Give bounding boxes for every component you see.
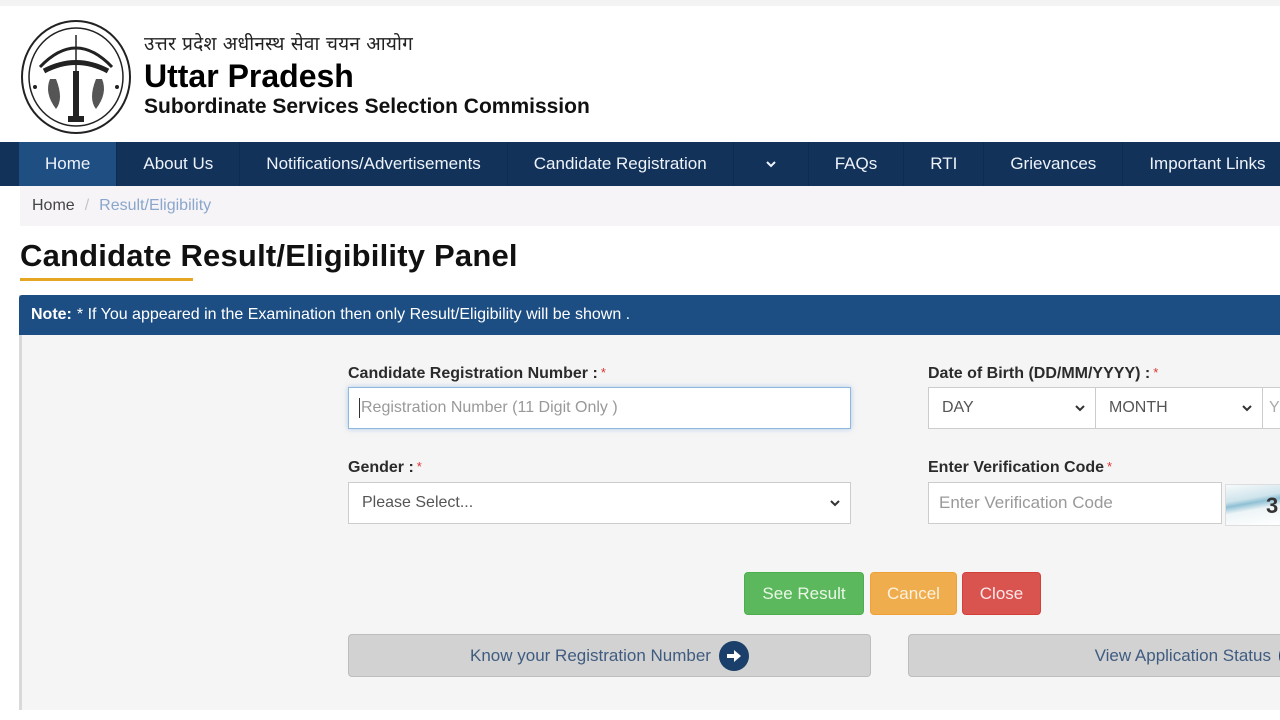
view-application-status-label: View Application Status: [1094, 645, 1271, 665]
dob-month-select[interactable]: MONTH: [1095, 387, 1263, 429]
nav-item-candidate-registration[interactable]: Candidate Registration: [508, 142, 734, 186]
up-emblem-logo[interactable]: [20, 19, 132, 135]
registration-number-label: Candidate Registration Number : *: [348, 365, 606, 383]
page-title: Candidate Result/Eligibility Panel: [20, 238, 518, 273]
gender-label-text: Gender :: [348, 459, 414, 476]
close-button[interactable]: Close: [962, 572, 1041, 615]
breadcrumb-current: Result/Eligibility: [99, 197, 212, 214]
dob-month-value: MONTH: [1109, 399, 1168, 416]
dob-day-value: DAY: [942, 399, 974, 416]
chevron-down-icon: [1242, 405, 1252, 412]
dob-year-select[interactable]: Y: [1262, 387, 1280, 429]
verification-code-label: Enter Verification Code *: [928, 459, 1112, 477]
text-cursor: [359, 398, 360, 418]
nav-dropdown-toggle[interactable]: [734, 142, 809, 186]
dob-day-select[interactable]: DAY: [928, 387, 1096, 429]
chevron-down-icon: [830, 500, 840, 507]
breadcrumb: Home / Result/Eligibility: [20, 186, 1280, 226]
required-mark: *: [416, 459, 422, 474]
main-nav: Home About Us Notifications/Advertisemen…: [0, 142, 1280, 186]
dob-year-value: Y: [1269, 399, 1280, 416]
brand-subtitle: Subordinate Services Selection Commissio…: [144, 95, 590, 118]
dob-label: Date of Birth (DD/MM/YYYY) : *: [928, 365, 1158, 383]
chevron-down-icon: [766, 161, 776, 168]
chevron-down-icon: [1075, 405, 1085, 412]
know-registration-number-button[interactable]: Know your Registration Number: [348, 634, 871, 677]
view-application-status-button[interactable]: View Application Status: [908, 634, 1280, 677]
know-registration-number-label: Know your Registration Number: [470, 645, 711, 665]
brand-hindi-title: उत्तर प्रदेश अधीनस्थ सेवा चयन आयोग: [144, 33, 413, 55]
verification-code-placeholder: Enter Verification Code: [939, 493, 1113, 512]
brand-title: Uttar Pradesh: [144, 58, 354, 94]
nav-item-about-us[interactable]: About Us: [117, 142, 241, 186]
gender-selected-value: Please Select...: [362, 494, 474, 511]
required-mark: *: [1107, 459, 1113, 474]
verification-code-label-text: Enter Verification Code: [928, 459, 1105, 476]
gender-select[interactable]: Please Select...: [348, 482, 851, 524]
required-mark: *: [1153, 365, 1159, 380]
nav-item-rti[interactable]: RTI: [904, 142, 985, 186]
nav-item-faqs[interactable]: FAQs: [809, 142, 905, 186]
title-underline: [20, 278, 193, 281]
note-banner: Note: * If You appeared in the Examinati…: [19, 295, 1280, 335]
nav-item-notifications[interactable]: Notifications/Advertisements: [240, 142, 508, 186]
brand-block: उत्तर प्रदेश अधीनस्थ सेवा चयन आयोग Uttar…: [144, 32, 590, 120]
gender-label: Gender : *: [348, 459, 422, 477]
site-header: उत्तर प्रदेश अधीनस्थ सेवा चयन आयोग Uttar…: [0, 6, 1280, 142]
nav-item-important-links[interactable]: Important Links: [1123, 142, 1280, 186]
breadcrumb-separator: /: [84, 197, 90, 214]
note-label: Note:: [31, 306, 72, 323]
nav-item-grievances[interactable]: Grievances: [984, 142, 1124, 186]
breadcrumb-home[interactable]: Home: [32, 197, 75, 215]
verification-code-input[interactable]: Enter Verification Code: [928, 482, 1222, 524]
registration-number-placeholder: Registration Number (11 Digit Only ): [361, 399, 618, 416]
nav-item-home[interactable]: Home: [19, 142, 118, 186]
captcha-image: 3: [1225, 484, 1280, 526]
note-text: * If You appeared in the Examination the…: [76, 306, 631, 323]
arrow-right-circle-icon: [718, 640, 749, 671]
result-panel: Note: * If You appeared in the Examinati…: [19, 295, 1280, 710]
required-mark: *: [600, 365, 606, 380]
cancel-button[interactable]: Cancel: [870, 572, 957, 615]
see-result-button[interactable]: See Result: [744, 572, 864, 615]
registration-number-input[interactable]: Registration Number (11 Digit Only ): [348, 387, 851, 429]
dob-label-text: Date of Birth (DD/MM/YYYY) :: [928, 365, 1151, 382]
registration-number-label-text: Candidate Registration Number :: [348, 365, 598, 382]
captcha-text: 3: [1266, 493, 1279, 518]
